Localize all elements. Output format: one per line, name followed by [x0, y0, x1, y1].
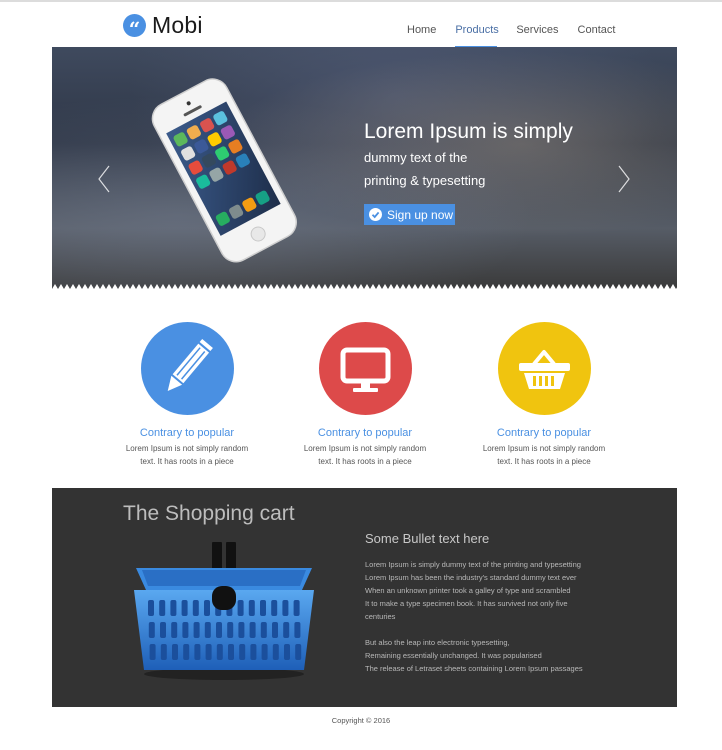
- bullet-line: Lorem Ipsum is simply dummy text of the …: [365, 560, 581, 569]
- footer-copyright: Copyright © 2016: [331, 716, 391, 725]
- pencil-icon: [140, 322, 234, 415]
- feature-desc-line2: text. It has roots in a piece: [318, 457, 412, 466]
- nav-services[interactable]: Services: [516, 24, 558, 46]
- feature-description: Lorem Ipsum is not simply random text. I…: [469, 442, 619, 468]
- shopping-cart-section: The Shopping cart Some Bullet text here …: [52, 488, 677, 707]
- zigzag-edge: [52, 284, 677, 289]
- bullet-line: It to make a type specimen book. It has …: [365, 599, 568, 608]
- nav-home[interactable]: Home: [407, 24, 436, 46]
- logo[interactable]: “ Mobi: [123, 12, 203, 41]
- feature-desc-line1: Lorem Ipsum is not simply random: [482, 444, 606, 453]
- smartphone-image: [151, 78, 297, 263]
- bullet-line: But also the leap into electronic typese…: [365, 638, 510, 647]
- bullet-line: Lorem Ipsum has been the industry's stan…: [365, 573, 577, 582]
- feature-title: Contrary to popular: [317, 427, 413, 439]
- brand-name: Mobi: [152, 12, 203, 38]
- bullet-heading: Some Bullet text here: [365, 531, 490, 546]
- nav-contact[interactable]: Contact: [578, 24, 616, 46]
- feature-title: Contrary to popular: [139, 427, 235, 439]
- feature-card-1: Contrary to popular Lorem Ipsum is not s…: [112, 322, 262, 468]
- bullet-line: Remaining essentially unchanged. It was …: [365, 651, 542, 660]
- shopping-basket-image: [134, 542, 314, 680]
- hero-slider: Lorem Ipsum is simply dummy text of the …: [52, 47, 677, 289]
- check-circle-icon: [369, 208, 382, 221]
- feature-desc-line1: Lorem Ipsum is not simply random: [125, 444, 249, 453]
- feature-desc-line2: text. It has roots in a piece: [140, 457, 234, 466]
- nav-products[interactable]: Products: [455, 24, 499, 48]
- feature-card-3: Contrary to popular Lorem Ipsum is not s…: [469, 322, 619, 468]
- bullet-line: When an unknown printer took a galley of…: [365, 586, 571, 595]
- feature-description: Lorem Ipsum is not simply random text. I…: [112, 442, 262, 468]
- feature-card-2: Contrary to popular Lorem Ipsum is not s…: [290, 322, 440, 468]
- chevron-right-icon[interactable]: [618, 165, 630, 193]
- hero-subtitle-line1: dummy text of the: [364, 150, 468, 165]
- quote-icon: “: [123, 14, 146, 41]
- chevron-left-icon[interactable]: [98, 165, 110, 193]
- section-title: The Shopping cart: [123, 502, 295, 525]
- feature-description: Lorem Ipsum is not simply random text. I…: [290, 442, 440, 468]
- sign-up-label: Sign up now: [387, 207, 454, 222]
- hero-subtitle-line2: printing & typesetting: [364, 173, 486, 188]
- main-nav: Home Products Services Contact: [400, 24, 615, 48]
- feature-desc-line2: text. It has roots in a piece: [497, 457, 591, 466]
- sign-up-button[interactable]: Sign up now: [364, 204, 455, 225]
- hero-title: Lorem Ipsum is simply: [364, 120, 573, 143]
- bullet-line: centuries: [365, 612, 396, 621]
- top-border: [0, 0, 722, 2]
- basket-icon: [497, 322, 591, 415]
- feature-desc-line1: Lorem Ipsum is not simply random: [303, 444, 427, 453]
- feature-title: Contrary to popular: [496, 427, 592, 439]
- bullet-line: The release of Letraset sheets containin…: [365, 664, 583, 673]
- monitor-icon: [318, 322, 412, 415]
